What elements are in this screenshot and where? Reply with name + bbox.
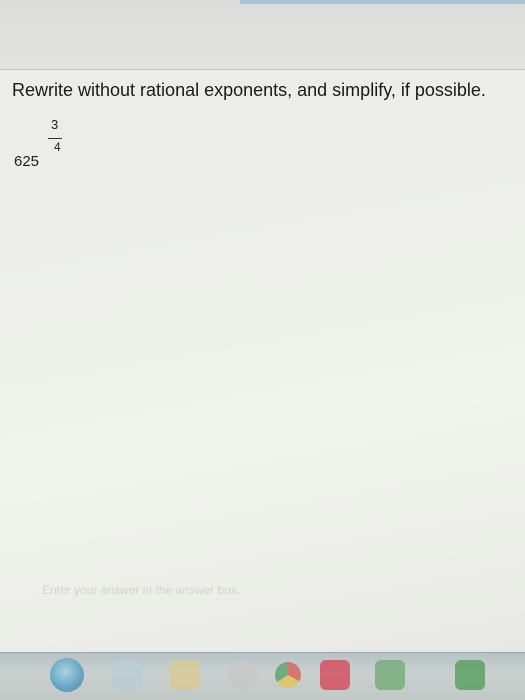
exponent-denominator: 4 xyxy=(54,140,61,154)
fraction-bar xyxy=(48,138,62,139)
media-player-icon[interactable] xyxy=(228,660,258,690)
start-orb-icon[interactable] xyxy=(50,658,84,692)
top-header-area xyxy=(0,0,525,70)
chrome-icon[interactable] xyxy=(275,662,301,688)
question-instruction: Rewrite without rational exponents, and … xyxy=(12,80,486,100)
excel-icon[interactable] xyxy=(455,660,485,690)
expression-base: 625 xyxy=(14,153,40,170)
math-expression: 625 3 4 xyxy=(14,108,94,178)
red-app-icon[interactable] xyxy=(320,660,350,690)
internet-explorer-icon[interactable] xyxy=(112,660,142,690)
file-explorer-icon[interactable] xyxy=(170,660,200,690)
exponent-numerator: 3 xyxy=(51,117,59,132)
green-app-icon[interactable] xyxy=(375,660,405,690)
answer-box-hint[interactable]: Enter your answer in the answer box. xyxy=(42,583,240,597)
header-accent-bar xyxy=(240,0,525,4)
